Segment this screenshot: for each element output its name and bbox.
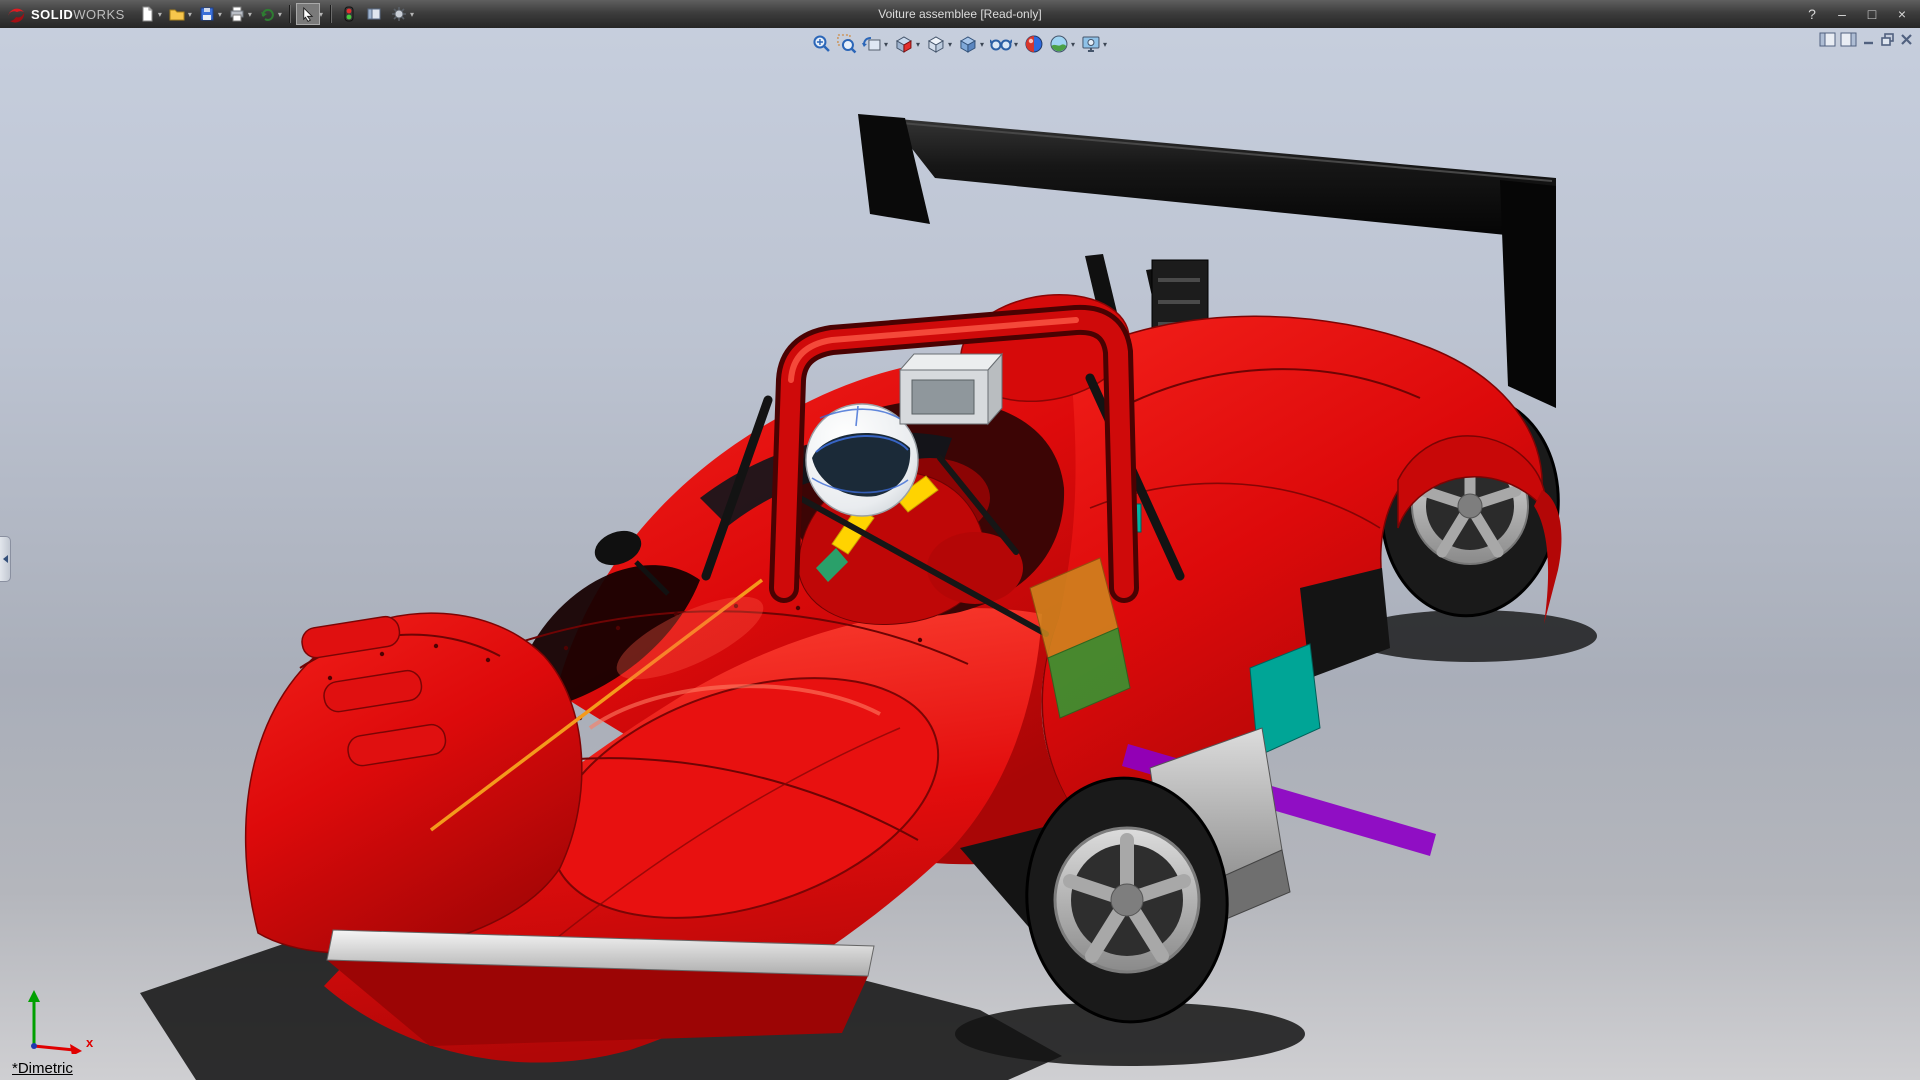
hide-show-dropdown-arrow[interactable]: ▾ (1014, 40, 1018, 49)
zoom-to-area-button[interactable] (836, 33, 858, 55)
triad-x-label: x (86, 1035, 93, 1050)
new-dropdown-arrow[interactable]: ▾ (158, 10, 162, 19)
hide-show-glasses-icon (990, 34, 1012, 54)
edit-appearance-button[interactable] (1023, 33, 1045, 55)
close-document-button[interactable] (1899, 32, 1914, 47)
help-button[interactable]: ? (1798, 3, 1826, 25)
document-window-controls (1819, 32, 1914, 47)
heads-up-view-toolbar: ▾ ▾ ▾ ▾ (811, 33, 1109, 55)
featuremanager-toggle-icon (1819, 32, 1836, 47)
section-view-button[interactable] (893, 33, 915, 55)
rebuild-button[interactable] (337, 3, 361, 25)
open-icon (169, 6, 185, 22)
view-orientation-label: *Dimetric (12, 1060, 73, 1077)
air-intake-scoop[interactable] (900, 354, 1002, 424)
new-document-button[interactable] (135, 3, 159, 25)
restore-document-icon (1880, 32, 1895, 47)
zoom-to-area-icon (837, 34, 857, 54)
wordmark-works: WORKS (73, 7, 125, 22)
select-dropdown-arrow[interactable]: ▾ (319, 10, 323, 19)
zoom-to-fit-button[interactable] (811, 33, 833, 55)
graphics-viewport[interactable]: ▾ ▾ ▾ ▾ (0, 28, 1920, 1080)
panel-collapse-handle[interactable] (0, 536, 11, 582)
solidworks-logo-icon (6, 4, 26, 24)
close-document-icon (1899, 32, 1914, 47)
options-dropdown-arrow[interactable]: ▾ (410, 10, 414, 19)
edit-appearance-sphere-icon (1024, 34, 1044, 54)
toolbar-separator (330, 5, 332, 23)
print-icon (229, 6, 245, 22)
previous-view-button[interactable] (861, 33, 883, 55)
minimize-button[interactable]: – (1828, 3, 1856, 25)
undo-dropdown-arrow[interactable]: ▾ (278, 10, 282, 19)
select-cursor-icon (300, 7, 315, 22)
standard-toolbar: ▾ ▾ ▾ ▾ (135, 3, 416, 25)
print-dropdown-arrow[interactable]: ▾ (248, 10, 252, 19)
options-gear-icon (391, 6, 407, 22)
select-button[interactable] (296, 3, 320, 25)
apply-scene-icon (1049, 34, 1069, 54)
view-settings-button[interactable] (1080, 33, 1102, 55)
options-button[interactable] (387, 3, 411, 25)
apply-scene-dropdown-arrow[interactable]: ▾ (1071, 40, 1075, 49)
wordmark-solid: SOLID (31, 7, 73, 22)
previous-view-dropdown-arrow[interactable]: ▾ (884, 40, 888, 49)
zoom-to-fit-icon (812, 34, 832, 54)
title-bar: SOLIDWORKS ▾ ▾ ▾ (0, 0, 1920, 28)
close-button[interactable]: × (1888, 3, 1916, 25)
collapse-arrow-icon (3, 555, 8, 563)
save-icon (199, 6, 215, 22)
previous-view-icon (862, 34, 882, 54)
save-button[interactable] (195, 3, 219, 25)
rebuild-traffic-light-icon (343, 6, 355, 22)
solidworks-logo: SOLIDWORKS (0, 4, 135, 24)
display-style-dropdown-arrow[interactable]: ▾ (980, 40, 984, 49)
open-dropdown-arrow[interactable]: ▾ (188, 10, 192, 19)
view-orientation-button[interactable] (925, 33, 947, 55)
featuremanager-toggle-button[interactable] (1819, 32, 1836, 47)
print-button[interactable] (225, 3, 249, 25)
view-orientation-dropdown-arrow[interactable]: ▾ (948, 40, 952, 49)
minimize-document-icon (1861, 32, 1876, 47)
car-model[interactable] (0, 28, 1920, 1080)
section-view-icon (894, 34, 914, 54)
minimize-document-button[interactable] (1861, 32, 1876, 47)
undo-button[interactable] (255, 3, 279, 25)
apply-scene-button[interactable] (1048, 33, 1070, 55)
window-controls: ? – □ × (1798, 3, 1920, 25)
view-settings-monitor-icon (1081, 34, 1101, 54)
hide-show-items-button[interactable] (989, 33, 1013, 55)
restore-document-button[interactable] (1880, 32, 1895, 47)
display-pane-icon (366, 6, 382, 22)
show-display-pane-button[interactable] (362, 3, 386, 25)
save-dropdown-arrow[interactable]: ▾ (218, 10, 222, 19)
undo-icon (259, 6, 275, 22)
task-pane-toggle-button[interactable] (1840, 32, 1857, 47)
display-style-button[interactable] (957, 33, 979, 55)
open-button[interactable] (165, 3, 189, 25)
view-orientation-cube-icon (926, 34, 946, 54)
new-document-icon (139, 6, 155, 22)
section-view-dropdown-arrow[interactable]: ▾ (916, 40, 920, 49)
view-settings-dropdown-arrow[interactable]: ▾ (1103, 40, 1107, 49)
toolbar-separator (289, 5, 291, 23)
task-pane-toggle-icon (1840, 32, 1857, 47)
solidworks-window: SOLIDWORKS ▾ ▾ ▾ (0, 0, 1920, 1080)
app-wordmark: SOLIDWORKS (31, 7, 125, 22)
display-style-icon (958, 34, 978, 54)
maximize-button[interactable]: □ (1858, 3, 1886, 25)
